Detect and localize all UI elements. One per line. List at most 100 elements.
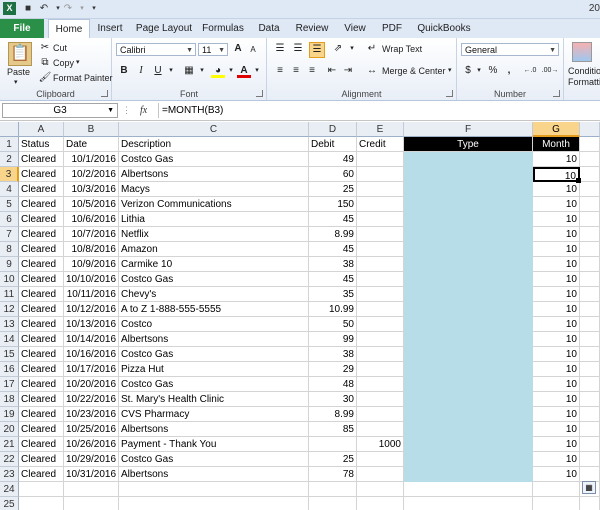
table-cell[interactable]: 8.99: [309, 407, 357, 422]
row-header[interactable]: 19: [0, 407, 19, 422]
copy-dropdown-icon[interactable]: ▾: [76, 58, 80, 66]
table-cell[interactable]: Cleared: [19, 182, 64, 197]
table-cell[interactable]: Amazon: [119, 242, 309, 257]
table-cell[interactable]: 10/7/2016: [64, 227, 119, 242]
table-cell[interactable]: Cleared: [19, 287, 64, 302]
tab-file[interactable]: File: [0, 19, 44, 38]
table-cell[interactable]: Cleared: [19, 152, 64, 167]
table-cell[interactable]: [357, 347, 404, 362]
row-header[interactable]: 1: [0, 137, 19, 152]
row-header[interactable]: 24: [0, 482, 19, 497]
empty-cell[interactable]: [533, 482, 580, 497]
table-cell[interactable]: Costco: [119, 317, 309, 332]
table-cell[interactable]: 45: [309, 212, 357, 227]
empty-cell[interactable]: [580, 152, 600, 167]
underline-button[interactable]: U: [151, 64, 165, 78]
empty-cell[interactable]: [580, 197, 600, 212]
table-cell[interactable]: Cleared: [19, 377, 64, 392]
empty-cell[interactable]: [580, 182, 600, 197]
italic-button[interactable]: I: [134, 64, 148, 78]
empty-cell[interactable]: [580, 437, 600, 452]
column-header-b[interactable]: B: [64, 122, 119, 137]
table-cell[interactable]: [357, 212, 404, 227]
table-cell[interactable]: 38: [309, 257, 357, 272]
paste-icon[interactable]: 📋: [8, 42, 32, 66]
fill-color-dropdown-icon[interactable]: ▾: [224, 64, 238, 78]
row-header[interactable]: 2: [0, 152, 19, 167]
table-cell[interactable]: Cleared: [19, 242, 64, 257]
table-cell[interactable]: [357, 422, 404, 437]
table-cell[interactable]: 10/31/2016: [64, 467, 119, 482]
row-header[interactable]: 6: [0, 212, 19, 227]
row-header[interactable]: 7: [0, 227, 19, 242]
excel-logo-icon[interactable]: X: [3, 2, 16, 15]
row-header[interactable]: 9: [0, 257, 19, 272]
tab-data[interactable]: Data: [254, 19, 284, 38]
table-cell[interactable]: [404, 182, 533, 197]
table-cell[interactable]: St. Mary's Health Clinic: [119, 392, 309, 407]
table-cell[interactable]: Costco Gas: [119, 377, 309, 392]
table-cell[interactable]: Albertsons: [119, 167, 309, 182]
tab-page-layout[interactable]: Page Layout: [134, 19, 194, 38]
table-cell[interactable]: [404, 377, 533, 392]
table-cell[interactable]: 10: [533, 392, 580, 407]
empty-cell[interactable]: [580, 227, 600, 242]
table-cell[interactable]: [357, 392, 404, 407]
paste-button[interactable]: Paste: [7, 67, 30, 77]
column-header-a[interactable]: A: [19, 122, 64, 137]
empty-cell[interactable]: [580, 452, 600, 467]
tab-view[interactable]: View: [340, 19, 370, 38]
table-cell[interactable]: [404, 362, 533, 377]
wrap-text-button[interactable]: Wrap Text: [382, 44, 422, 54]
font-color-icon[interactable]: A: [237, 64, 251, 78]
table-cell[interactable]: Carmike 10: [119, 257, 309, 272]
header-cell-g[interactable]: Month: [533, 137, 580, 152]
table-cell[interactable]: 10/16/2016: [64, 347, 119, 362]
table-cell[interactable]: [357, 272, 404, 287]
number-launcher-icon[interactable]: [553, 90, 560, 97]
table-cell[interactable]: Cleared: [19, 227, 64, 242]
table-cell[interactable]: 10/1/2016: [64, 152, 119, 167]
increase-indent-icon[interactable]: ⇥: [341, 64, 355, 78]
empty-cell[interactable]: [580, 287, 600, 302]
table-cell[interactable]: [357, 287, 404, 302]
align-left-icon[interactable]: ≡: [273, 64, 287, 78]
table-cell[interactable]: [404, 302, 533, 317]
row-header[interactable]: 23: [0, 467, 19, 482]
table-cell[interactable]: 10/2/2016: [64, 167, 119, 182]
row-header[interactable]: 4: [0, 182, 19, 197]
empty-cell[interactable]: [309, 497, 357, 510]
table-cell[interactable]: [404, 332, 533, 347]
table-cell[interactable]: 45: [309, 242, 357, 257]
row-header[interactable]: 22: [0, 452, 19, 467]
table-cell[interactable]: Cleared: [19, 167, 64, 182]
increase-decimal-icon[interactable]: ←.0: [521, 64, 539, 78]
header-cell-c[interactable]: Description: [119, 137, 309, 152]
table-cell[interactable]: 99: [309, 332, 357, 347]
empty-cell[interactable]: [580, 332, 600, 347]
currency-dropdown-icon[interactable]: ▾: [472, 64, 486, 78]
table-cell[interactable]: 10: [533, 152, 580, 167]
table-cell[interactable]: 10/17/2016: [64, 362, 119, 377]
middle-align-icon[interactable]: ☰: [291, 42, 305, 56]
shrink-font-icon[interactable]: A: [246, 43, 260, 57]
align-center-icon[interactable]: ≡: [289, 64, 303, 78]
table-cell[interactable]: 10/25/2016: [64, 422, 119, 437]
merge-center-button[interactable]: Merge & Center: [382, 66, 446, 76]
table-cell[interactable]: Verizon Communications: [119, 197, 309, 212]
tab-insert[interactable]: Insert: [92, 19, 128, 38]
column-header-f[interactable]: F: [404, 122, 533, 137]
empty-cell[interactable]: [357, 482, 404, 497]
table-cell[interactable]: 10/6/2016: [64, 212, 119, 227]
table-cell[interactable]: 10/29/2016: [64, 452, 119, 467]
format-painter-button[interactable]: Format Painter: [53, 73, 113, 83]
table-cell[interactable]: 10: [533, 452, 580, 467]
table-cell[interactable]: Cleared: [19, 392, 64, 407]
empty-cell[interactable]: [580, 137, 600, 152]
table-cell[interactable]: 10: [533, 272, 580, 287]
table-cell[interactable]: Payment - Thank You: [119, 437, 309, 452]
table-cell[interactable]: 8.99: [309, 227, 357, 242]
table-cell[interactable]: 10: [533, 377, 580, 392]
formula-input[interactable]: =MONTH(B3): [158, 103, 600, 118]
table-cell[interactable]: Cleared: [19, 452, 64, 467]
